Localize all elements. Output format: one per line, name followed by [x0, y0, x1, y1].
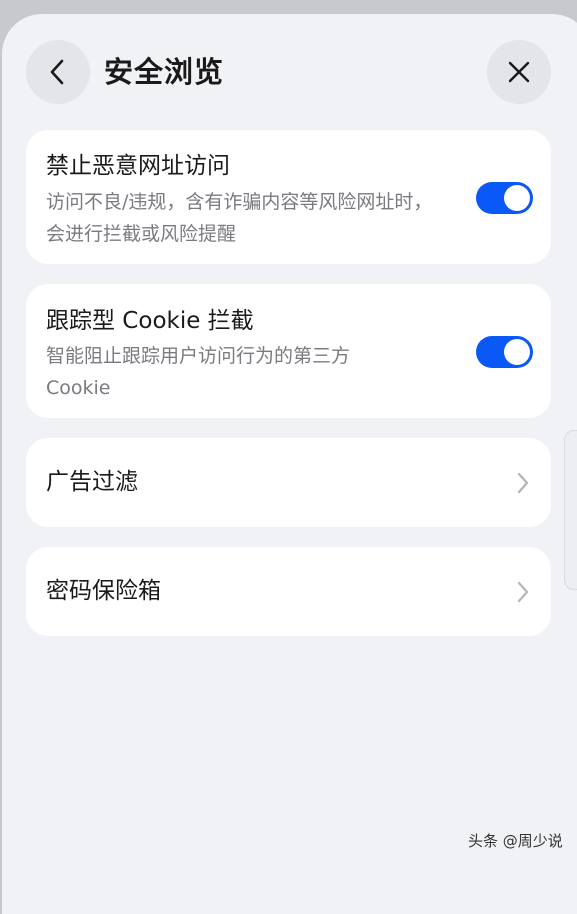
toggle-knob: [504, 339, 530, 365]
back-button[interactable]: [26, 40, 90, 104]
setting-title: 密码保险箱: [46, 578, 161, 604]
setting-description: 智能阻止跟踪用户访问行为的第三方Cookie: [46, 345, 351, 399]
chevron-right-icon: [517, 581, 529, 603]
close-button[interactable]: [487, 40, 551, 104]
chevron-right-icon: [517, 472, 529, 494]
page-title: 安全浏览: [104, 55, 225, 89]
setting-item-ad-filter[interactable]: 广告过滤: [26, 438, 551, 527]
setting-card-malicious-url: 禁止恶意网址访问 访问不良/违规，含有诈骗内容等风险网址时，会进行拦截或风险提醒: [26, 130, 551, 264]
malicious-url-toggle[interactable]: [476, 182, 533, 214]
close-icon: [508, 61, 530, 83]
watermark: 头条 @周少说: [468, 832, 563, 850]
side-panel-handle[interactable]: [564, 430, 577, 590]
tracking-cookie-toggle[interactable]: [476, 336, 533, 368]
header: 安全浏览: [2, 14, 577, 130]
setting-title: 广告过滤: [46, 469, 138, 495]
chevron-left-icon: [50, 59, 64, 85]
setting-title: 跟踪型 Cookie 拦截: [46, 308, 254, 334]
settings-sheet: 安全浏览 禁止恶意网址访问 访问不良/违规，含有诈骗内容等风险网址时，会进行拦截…: [2, 14, 577, 914]
setting-description: 访问不良/违规，含有诈骗内容等风险网址时，会进行拦截或风险提醒: [46, 191, 433, 245]
setting-title: 禁止恶意网址访问: [46, 153, 230, 179]
setting-card-tracking-cookie: 跟踪型 Cookie 拦截 智能阻止跟踪用户访问行为的第三方Cookie: [26, 284, 551, 418]
toggle-knob: [504, 185, 530, 211]
setting-item-password-vault[interactable]: 密码保险箱: [26, 547, 551, 636]
